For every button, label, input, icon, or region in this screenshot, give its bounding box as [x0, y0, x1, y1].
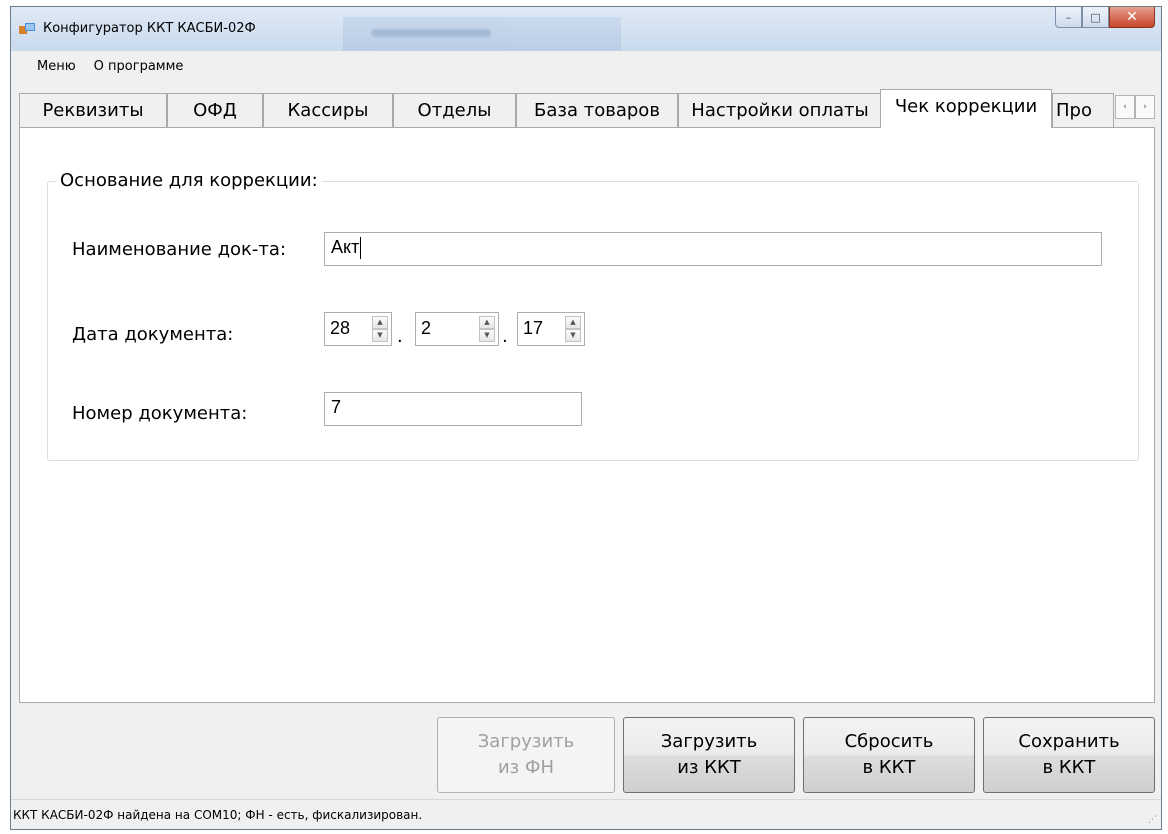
day-value: 28: [330, 318, 351, 338]
load-from-fn-button[interactable]: Загрузить из ФН: [437, 717, 615, 793]
down-arrow-icon[interactable]: ▼: [479, 329, 495, 342]
doc-number-label: Номер документа:: [72, 403, 248, 424]
app-icon: [19, 23, 35, 34]
menu-item-menu[interactable]: Меню: [11, 59, 85, 74]
load-from-kkt-button[interactable]: Загрузить из ККТ: [623, 717, 795, 793]
tab-partial[interactable]: Про: [1052, 93, 1114, 127]
menu-item-about[interactable]: О программе: [85, 59, 193, 74]
app-window: Конфигуратор ККТ КАСБИ-02Ф – □ ✕ Меню О …: [10, 6, 1162, 830]
save-kkt-button[interactable]: Сохранить в ККТ: [983, 717, 1155, 793]
tab-requisites[interactable]: Реквизиты: [19, 93, 167, 127]
date-separator: .: [397, 326, 403, 347]
text-caret: [360, 237, 362, 260]
up-arrow-icon[interactable]: ▲: [565, 316, 581, 329]
year-value: 17: [523, 318, 544, 338]
close-button[interactable]: ✕: [1109, 7, 1155, 28]
minimize-button[interactable]: –: [1055, 7, 1082, 28]
year-spinner[interactable]: 17 ▲ ▼: [517, 312, 585, 346]
tab-content-panel: Основание для коррекции: Наименование до…: [19, 127, 1155, 703]
tab-products[interactable]: База товаров: [516, 93, 678, 127]
status-bar: ККТ КАСБИ-02Ф найдена на COM10; ФН - ест…: [11, 799, 1161, 829]
doc-name-input[interactable]: Акт: [324, 232, 1102, 266]
tab-scroll-left-icon[interactable]: ‹: [1115, 95, 1135, 119]
doc-name-label: Наименование док-та:: [72, 239, 287, 260]
doc-number-input[interactable]: 7: [324, 392, 582, 426]
status-text: ККТ КАСБИ-02Ф найдена на COM10; ФН - ест…: [13, 807, 423, 822]
resize-grip-icon[interactable]: ⋰: [1148, 815, 1157, 825]
title-bar[interactable]: Конфигуратор ККТ КАСБИ-02Ф – □ ✕: [11, 7, 1161, 51]
window-title: Конфигуратор ККТ КАСБИ-02Ф: [43, 21, 256, 36]
up-arrow-icon[interactable]: ▲: [372, 316, 388, 329]
tab-strip: Реквизиты ОФД Кассиры Отделы База товаро…: [19, 89, 1155, 128]
tab-scroll-right-icon[interactable]: ›: [1135, 95, 1155, 119]
tab-correction-receipt[interactable]: Чек коррекции: [880, 89, 1052, 128]
tab-payment-settings[interactable]: Настройки оплаты: [678, 93, 882, 127]
month-spinner[interactable]: 2 ▲ ▼: [415, 312, 499, 346]
down-arrow-icon[interactable]: ▼: [372, 329, 388, 342]
tab-cashiers[interactable]: Кассиры: [263, 93, 393, 127]
reset-kkt-button[interactable]: Сбросить в ККТ: [803, 717, 975, 793]
doc-name-value: Акт: [331, 237, 360, 257]
maximize-button[interactable]: □: [1082, 7, 1109, 28]
date-separator: .: [502, 326, 508, 347]
down-arrow-icon[interactable]: ▼: [565, 329, 581, 342]
up-arrow-icon[interactable]: ▲: [479, 316, 495, 329]
tab-ofd[interactable]: ОФД: [167, 93, 263, 127]
blurred-taskbar-item: [343, 17, 621, 51]
group-label: Основание для коррекции:: [56, 170, 322, 191]
doc-date-label: Дата документа:: [72, 324, 234, 345]
day-spinner[interactable]: 28 ▲ ▼: [324, 312, 392, 346]
doc-number-value: 7: [331, 397, 342, 417]
tab-departments[interactable]: Отделы: [393, 93, 516, 127]
menu-bar: Меню О программе: [11, 51, 1161, 81]
month-value: 2: [421, 318, 432, 338]
